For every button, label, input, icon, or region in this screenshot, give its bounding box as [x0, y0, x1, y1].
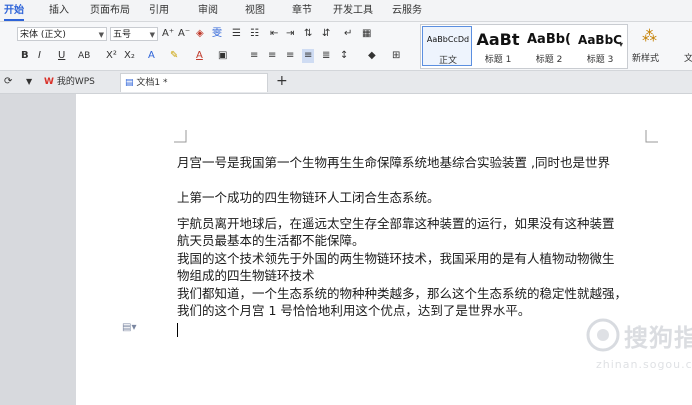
font-size-value: 五号 — [113, 30, 132, 40]
font-color-icon[interactable]: A — [196, 49, 203, 63]
tab-review[interactable]: 审阅 — [198, 0, 218, 21]
strikethrough-icon[interactable]: AB — [78, 49, 90, 63]
style-heading-3[interactable]: AaBbC 标题 3 — [575, 26, 625, 66]
tab-insert[interactable]: 插入 — [49, 0, 69, 21]
style-name: 标题 3 — [586, 55, 614, 65]
table-icon[interactable]: ▦ — [362, 27, 371, 41]
clear-format-icon[interactable]: ◈ — [196, 27, 204, 41]
paragraph: 我们都知道，一个生态系统的物种种类越多，那么这个生态系统的稳定性就越强， — [177, 286, 628, 301]
tab-references[interactable]: 引用 — [149, 0, 169, 21]
subscript-icon[interactable]: X₂ — [124, 49, 135, 63]
watermark-url: zhinan.sogou.com — [596, 358, 692, 371]
text-direction-icon[interactable]: ⇅ — [304, 27, 312, 41]
align-center-icon[interactable]: ≡ — [268, 49, 276, 63]
style-name: 标题 1 — [484, 55, 512, 65]
watermark-text: 搜狗指南 — [624, 324, 692, 352]
tab-document-1[interactable]: ▤ 文档1 * — [120, 73, 268, 92]
document-icon: ▤ — [125, 78, 134, 88]
sort-icon[interactable]: ⇵ — [322, 27, 330, 41]
corner-mark-top-right — [645, 130, 658, 143]
styles-scroll-icon[interactable]: ▾ — [619, 38, 623, 52]
new-style-button[interactable]: ⁂ 新样式 — [632, 25, 670, 67]
justify-icon[interactable]: ≡ — [302, 49, 315, 63]
chevron-down-icon: ▼ — [149, 31, 155, 39]
tab-label: 文档1 * — [136, 78, 168, 88]
italic-icon[interactable]: I — [38, 49, 41, 63]
increase-indent-icon[interactable]: ⇥ — [286, 27, 294, 41]
tab-page-layout[interactable]: 页面布局 — [90, 0, 130, 21]
new-style-icon: ⁂ — [642, 27, 657, 45]
shrink-font-icon[interactable]: A⁻ — [178, 27, 190, 41]
tab-my-wps[interactable]: W 我的WPS — [40, 73, 116, 92]
paragraph: 上第一个成功的四生物链环人工闭合生态系统。 — [177, 190, 440, 205]
new-style-label: 新样式 — [632, 54, 660, 64]
style-sample: AaBb( — [527, 32, 571, 47]
paragraph: 宇航员离开地球后，在遥远太空生存全部靠这种装置的运行，如果没有这种装置 — [177, 216, 615, 231]
ribbon: 宋体 (正文) ▼ 五号 ▼ A⁺ A⁻ ◈ 雯 ☰ ☷ ⇤ ⇥ ⇅ ⇵ ↵ ▦… — [0, 22, 692, 71]
grow-font-icon[interactable]: A⁺ — [162, 27, 174, 41]
align-right-icon[interactable]: ≡ — [286, 49, 294, 63]
tab-home[interactable]: 开始 — [4, 0, 24, 21]
style-sample: AaBbC — [578, 33, 622, 47]
paragraph: 我国的这个技术领先于外国的两生物链环技术，我国采用的是有人植物动物微生 — [177, 251, 615, 266]
back-icon[interactable]: ⟳ — [4, 75, 12, 89]
phonetic-icon[interactable]: 雯 — [212, 27, 222, 41]
add-tab-button[interactable]: + — [276, 74, 288, 88]
highlight-icon[interactable]: ✎ — [170, 49, 178, 63]
bullets-icon[interactable]: ☰ — [232, 27, 241, 41]
distribute-icon[interactable]: ≣ — [322, 49, 330, 63]
wps-logo-icon: W — [44, 77, 54, 87]
watermark-logo-icon — [586, 318, 620, 352]
align-left-icon[interactable]: ≡ — [250, 49, 258, 63]
left-margin-area — [0, 94, 76, 405]
font-name-value: 宋体 (正文) — [20, 30, 66, 40]
chevron-down-icon[interactable]: ▼ — [26, 75, 32, 89]
chevron-down-icon: ▼ — [98, 31, 104, 39]
tab-developer[interactable]: 开发工具 — [333, 0, 373, 21]
numbering-icon[interactable]: ☷ — [250, 27, 259, 41]
char-border-icon[interactable]: ▣ — [218, 49, 227, 63]
tab-cloud[interactable]: 云服务 — [392, 0, 422, 21]
document-page[interactable]: 月宫一号是我国第一个生物再生生命保障系统地基综合实验装置 ,同时也是世界 上第一… — [76, 94, 692, 405]
menu-bar: 开始 插入 页面布局 引用 审阅 视图 章节 开发工具 云服务 — [0, 0, 692, 22]
watermark: 搜狗指南 zhinan.sogou.com — [586, 314, 692, 384]
more-styles-label[interactable]: 文 — [684, 51, 692, 64]
tab-view[interactable]: 视图 — [245, 0, 265, 21]
show-marks-icon[interactable]: ↵ — [344, 27, 352, 41]
shading-icon[interactable]: ◆ — [368, 49, 376, 63]
underline-icon[interactable]: U — [58, 49, 65, 63]
superscript-icon[interactable]: X² — [106, 49, 117, 63]
tab-chapter[interactable]: 章节 — [292, 0, 312, 21]
font-name-select[interactable]: 宋体 (正文) ▼ — [17, 27, 107, 41]
styles-gallery: AaBbCcDd 正文 AaBt 标题 1 AaBb( 标题 2 AaBbC 标… — [420, 24, 628, 69]
style-heading-1[interactable]: AaBt 标题 1 — [473, 26, 523, 66]
paragraph: 航天员最基本的生活都不能保障。 — [177, 233, 365, 248]
style-name: 标题 2 — [535, 55, 563, 65]
tab-label: 我的WPS — [56, 77, 95, 87]
style-heading-2[interactable]: AaBb( 标题 2 — [524, 26, 574, 66]
style-normal[interactable]: AaBbCcDd 正文 — [422, 26, 472, 66]
borders-icon[interactable]: ⊞ — [392, 49, 400, 63]
paste-options-icon[interactable]: ▤▾ — [122, 322, 136, 333]
style-sample: AaBbCcDd — [426, 35, 470, 44]
style-sample: AaBt — [476, 30, 520, 49]
text-effect-icon[interactable]: A — [148, 49, 155, 63]
bold-icon[interactable]: B — [21, 49, 29, 63]
corner-mark-top-left — [174, 130, 187, 143]
document-tab-bar: ⟳ ▼ W 我的WPS ▤ 文档1 * + — [0, 71, 692, 94]
style-name: 正文 — [438, 56, 457, 66]
line-spacing-icon[interactable]: ↕ — [340, 49, 348, 63]
decrease-indent-icon[interactable]: ⇤ — [270, 27, 278, 41]
font-size-select[interactable]: 五号 ▼ — [110, 27, 158, 41]
paragraph: 月宫一号是我国第一个生物再生生命保障系统地基综合实验装置 ,同时也是世界 — [177, 155, 610, 170]
paragraph: 物组成的四生物链环技术 — [177, 268, 315, 283]
paragraph: 我们的这个月宫 1 号恰恰地利用这个优点，达到了是世界水平。 — [177, 303, 531, 318]
text-cursor — [177, 323, 178, 337]
